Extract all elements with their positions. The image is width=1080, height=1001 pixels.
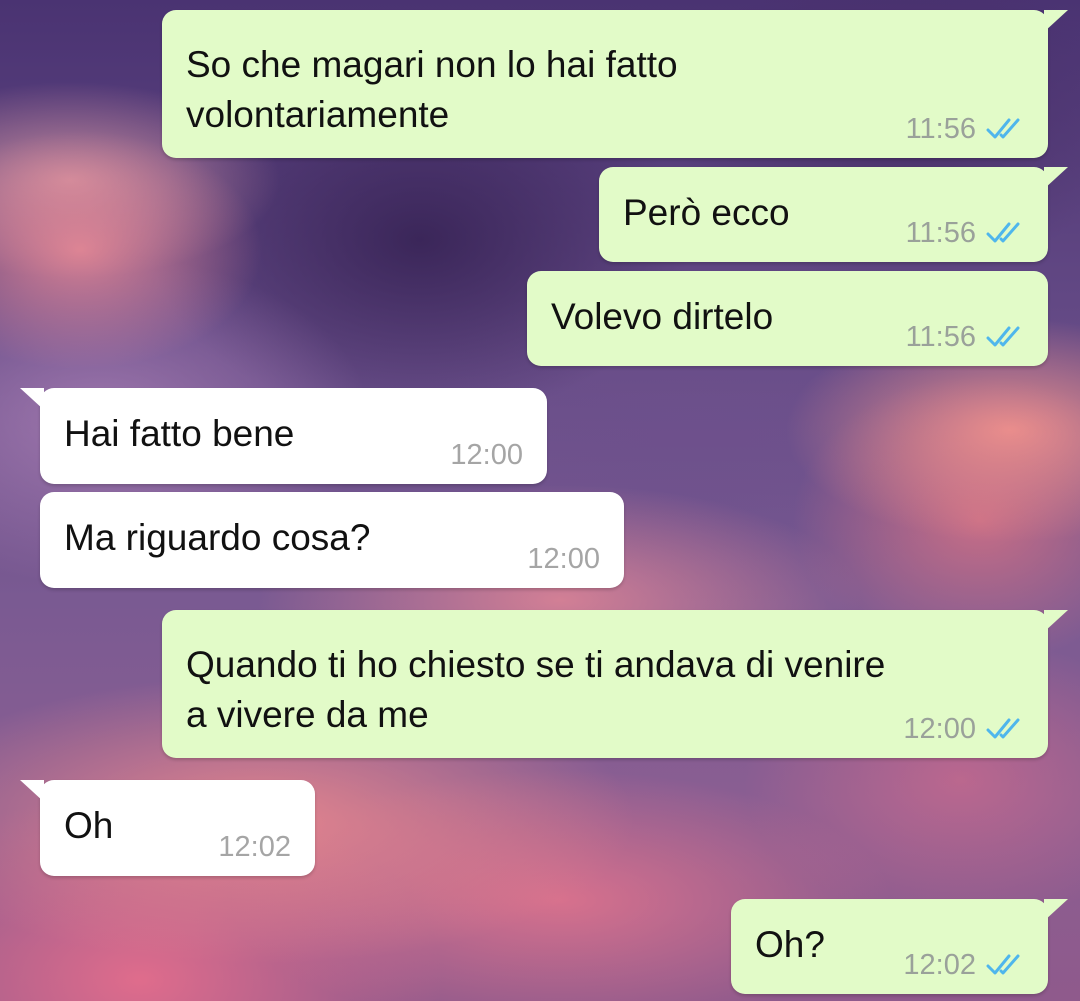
message-time: 12:00 <box>527 543 600 575</box>
double-check-icon <box>986 718 1020 739</box>
double-check-icon <box>986 326 1020 347</box>
message-time: 12:00 <box>450 439 523 471</box>
message-bubble-incoming[interactable]: Hai fatto bene 12:00 <box>20 388 547 484</box>
message-meta: 11:56 <box>906 218 1024 248</box>
double-check-icon <box>986 118 1020 139</box>
message-text-line: Però ecco <box>623 192 790 233</box>
message-time: 12:00 <box>903 713 976 745</box>
message-text-line: Volevo dirtelo <box>551 296 774 337</box>
message-bubble-outgoing[interactable]: Quando ti ho chiesto se ti andava di ven… <box>162 610 1068 758</box>
message-bubble-outgoing[interactable]: So che magari non lo hai fatto volontari… <box>162 10 1068 158</box>
message-time: 11:56 <box>905 321 976 353</box>
message-meta: 12:02 <box>903 950 1024 980</box>
message-text-line: Hai fatto bene <box>64 413 295 454</box>
message-text-line: a vivere da me <box>186 694 429 735</box>
message-meta: 11:56 <box>906 322 1024 352</box>
message-text-line: Ma riguardo cosa? <box>64 517 371 558</box>
message-meta: 12:00 <box>903 714 1024 744</box>
message-time: 11:56 <box>905 113 976 145</box>
message-time: 12:02 <box>218 831 291 863</box>
message-text-line: Quando ti ho chiesto se ti andava di ven… <box>186 644 886 685</box>
message-text-line: Oh? <box>755 924 825 965</box>
message-bubble-outgoing[interactable]: Oh? 12:02 <box>731 899 1068 994</box>
message-meta: 12:02 <box>218 832 291 862</box>
message-meta: 11:56 <box>906 114 1024 144</box>
message-bubble-incoming[interactable]: Ma riguardo cosa? 12:00 <box>40 492 624 588</box>
message-text-line: So che magari non lo hai fatto <box>186 44 678 85</box>
message-bubble-incoming[interactable]: Oh 12:02 <box>20 780 315 876</box>
message-bubble-outgoing[interactable]: Volevo dirtelo 11:56 <box>527 271 1048 366</box>
double-check-icon <box>986 222 1020 243</box>
message-time: 11:56 <box>905 217 976 249</box>
message-meta: 12:00 <box>450 440 523 470</box>
double-check-icon <box>986 954 1020 975</box>
message-meta: 12:00 <box>527 544 600 574</box>
message-bubble-outgoing[interactable]: Però ecco 11:56 <box>599 167 1068 262</box>
message-time: 12:02 <box>903 949 976 981</box>
message-text-line: volontariamente <box>186 94 450 135</box>
message-text-line: Oh <box>64 805 114 846</box>
